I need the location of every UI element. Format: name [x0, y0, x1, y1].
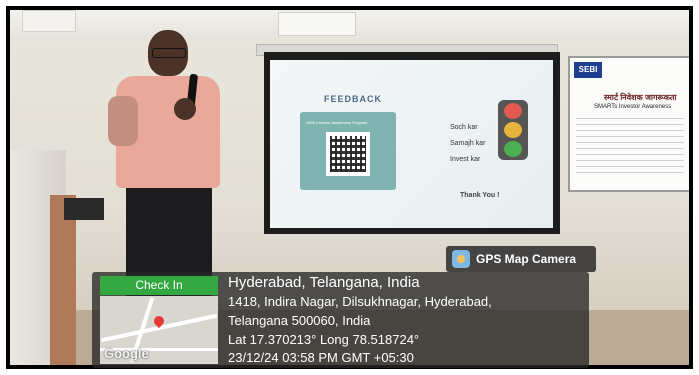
presentation-slide: FEEDBACK SEBI Investor Awareness Program… — [270, 60, 553, 228]
ceiling-light — [278, 12, 356, 36]
traffic-light-icon — [498, 100, 528, 160]
gps-info-panel: Check In Google Hyderabad, Telangana, In… — [92, 272, 589, 368]
check-in-label: Check In — [100, 276, 218, 295]
poster-subtitle: SMARTs Investor Awareness — [594, 104, 672, 110]
coordinates: Lat 17.370213° Long 78.518724° — [228, 332, 420, 347]
timestamp: 23/12/24 03:58 PM GMT +05:30 — [228, 350, 414, 365]
map-watermark: Google — [104, 346, 149, 361]
wooden-stand — [50, 195, 76, 365]
poster-title: स्मार्ट निवेशक जागरूकता — [604, 93, 677, 102]
traffic-red-light — [504, 103, 522, 119]
ceiling-panel — [22, 10, 76, 32]
qr-card-heading: SEBI Investor Awareness Program — [306, 120, 368, 125]
wall-poster: SEBI स्मार्ट निवेशक जागरूकता SMARTs Inve… — [568, 56, 689, 192]
slide-thanks: Thank You ! — [460, 192, 500, 199]
qr-code-icon — [326, 132, 370, 176]
slide-title: FEEDBACK — [324, 94, 383, 104]
gps-badge-label: GPS Map Camera — [476, 252, 577, 266]
slide-line-3: Invest kar — [450, 156, 481, 163]
address-line-2: Telangana 500060, India — [228, 313, 371, 328]
speaker-arm — [108, 96, 138, 146]
qr-card: SEBI Investor Awareness Program — [300, 112, 396, 190]
traffic-green-light — [504, 141, 522, 157]
slide-line-1: Soch kar — [450, 124, 478, 131]
traffic-amber-light — [504, 122, 522, 138]
speaker-hand — [174, 98, 196, 120]
projection-screen: FEEDBACK SEBI Investor Awareness Program… — [264, 52, 560, 234]
gps-camera-badge: GPS Map Camera — [446, 246, 596, 272]
map-thumbnail: Google — [100, 296, 218, 364]
camera-app-icon — [452, 250, 470, 268]
poster-body-text — [576, 118, 684, 178]
sebi-logo: SEBI — [574, 62, 602, 78]
speaker-glasses — [152, 48, 186, 58]
address-line-1: 1418, Indira Nagar, Dilsukhnagar, Hydera… — [228, 294, 492, 309]
location-title: Hyderabad, Telangana, India — [228, 274, 420, 291]
slide-line-2: Samajh kar — [450, 140, 486, 147]
